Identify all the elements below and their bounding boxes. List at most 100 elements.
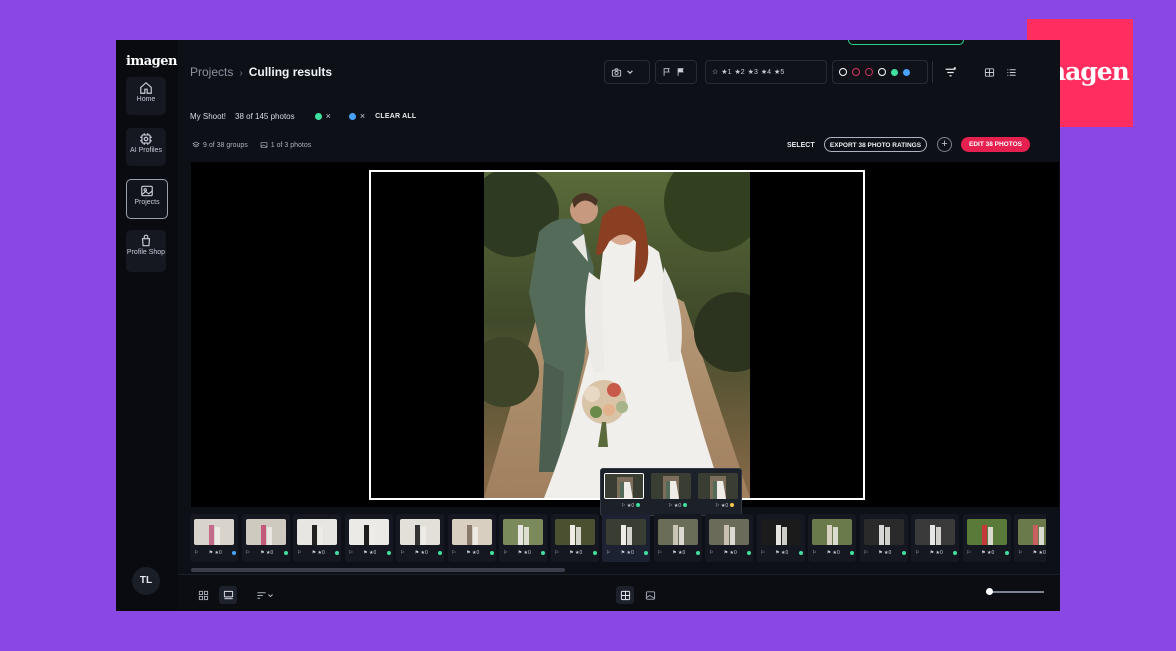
flag-icon[interactable]: ⚐ xyxy=(452,550,456,556)
color-label-red[interactable] xyxy=(852,68,860,76)
thumb-meta: ⚐ ⚑ ★0 xyxy=(246,550,288,556)
compare-view-button[interactable] xyxy=(616,586,634,604)
clear-all-button[interactable]: CLEAR ALL xyxy=(375,113,416,120)
thumb-image xyxy=(348,519,389,545)
filmstrip-thumb[interactable]: ⚐ ⚑ ★0 xyxy=(293,514,341,562)
flag-icon[interactable]: ⚐ xyxy=(297,550,301,556)
color-chip-blue[interactable]: × xyxy=(348,111,365,121)
filmstrip-thumb[interactable]: ⚐ ⚑ ★0 xyxy=(602,514,650,562)
grid-layout-button[interactable] xyxy=(194,586,212,604)
sort-dropdown[interactable] xyxy=(252,586,278,604)
list-view-button[interactable] xyxy=(1003,64,1019,80)
toolbar-divider xyxy=(932,61,933,83)
rating-3[interactable]: ★3 xyxy=(748,68,758,76)
flag-icon[interactable]: ⚐ xyxy=(967,550,971,556)
add-button[interactable]: + xyxy=(937,137,952,152)
flag-icon[interactable]: ⚐ xyxy=(915,550,919,556)
filmstrip-thumb[interactable]: ⚐ ⚑ ★0 xyxy=(962,514,1011,562)
zoom-slider-track[interactable] xyxy=(986,591,1044,593)
flag-icon[interactable]: ⚐ xyxy=(709,550,713,556)
flag-icon[interactable]: ⚐ xyxy=(555,550,559,556)
thumb-image xyxy=(503,519,543,545)
sidebar-item-profile-shop[interactable]: Profile Shop xyxy=(126,230,166,272)
color-label-blue[interactable] xyxy=(903,68,910,76)
close-icon[interactable]: × xyxy=(360,111,365,121)
flag-icon[interactable]: ⚐ xyxy=(400,550,404,556)
grid-view-button[interactable] xyxy=(981,64,997,80)
flag-icon[interactable]: ⚐ xyxy=(1018,550,1022,556)
export-ratings-button[interactable]: EXPORT 38 PHOTO RATINGS xyxy=(824,137,927,152)
color-label-dot xyxy=(747,551,751,555)
thumb-image xyxy=(194,519,234,545)
single-view-button[interactable] xyxy=(641,586,659,604)
sidebar: imagen Home AI Profiles Projects Profile… xyxy=(116,40,178,611)
filmstrip-thumb[interactable]: ⚐ ⚑ ★0 xyxy=(705,514,753,562)
filmstrip-thumb[interactable]: ⚐ ⚑ ★0 xyxy=(241,514,290,562)
rating-4[interactable]: ★4 xyxy=(761,68,771,76)
color-label-filter-group xyxy=(832,60,928,84)
green-tab[interactable] xyxy=(848,40,964,45)
popover-thumb-3[interactable] xyxy=(698,473,738,499)
close-icon[interactable]: × xyxy=(326,111,331,121)
zoom-slider-handle[interactable] xyxy=(986,588,993,595)
color-label-white[interactable] xyxy=(878,68,886,76)
filmstrip-thumb[interactable]: ⚐ ⚑ ★0 xyxy=(344,514,393,562)
filmstrip-thumb[interactable]: ⚐ ⚑ ★0 xyxy=(653,514,702,562)
rating-5[interactable]: ★5 xyxy=(774,68,784,76)
rating-value: ⚑ ★0 xyxy=(620,550,634,556)
thumb-image xyxy=(400,519,440,545)
filmstrip-thumb[interactable]: ⚐ ⚑ ★0 xyxy=(447,514,496,562)
rating-2[interactable]: ★2 xyxy=(734,68,744,76)
edit-photos-button[interactable]: EDIT 38 PHOTOS xyxy=(961,137,1030,152)
rating-1[interactable]: ★1 xyxy=(721,68,731,76)
flag-icon[interactable]: ⚐ xyxy=(606,550,610,556)
page-title: Culling results xyxy=(248,65,333,79)
flag-icon[interactable]: ⚐ xyxy=(812,550,816,556)
star-outline-icon[interactable]: ☆ xyxy=(712,68,718,76)
avatar[interactable]: TL xyxy=(132,567,160,595)
flag-icon[interactable]: ⚐ xyxy=(658,550,662,556)
breadcrumb-projects[interactable]: Projects xyxy=(190,65,233,79)
stats-bar: 9 of 38 groups 1 of 3 photos xyxy=(192,141,311,149)
filmstrip-layout-button[interactable] xyxy=(219,586,237,604)
breadcrumb: Projects › Culling results xyxy=(190,65,332,79)
filmstrip-thumb[interactable]: ⚐ ⚑ ★0 xyxy=(190,514,238,562)
flag-icon[interactable]: ⚐ xyxy=(503,550,507,556)
main-photo-frame[interactable] xyxy=(369,170,865,500)
flag-filled-icon[interactable] xyxy=(676,67,686,77)
home-icon xyxy=(140,81,152,94)
color-label-dot xyxy=(232,551,236,555)
flag-icon[interactable]: ⚐ xyxy=(761,550,765,556)
filmstrip-thumb[interactable]: ⚐ ⚑ ★0 xyxy=(756,514,805,562)
filmstrip-thumb[interactable]: ⚐ ⚑ ★0 xyxy=(499,514,547,562)
sidebar-item-ai-profiles[interactable]: AI Profiles xyxy=(126,128,166,166)
flag-icon[interactable]: ⚐ xyxy=(864,550,868,556)
select-button[interactable]: SELECT xyxy=(787,142,815,149)
layers-icon xyxy=(192,141,200,148)
filmstrip-thumb[interactable]: ⚐ ⚑ ★0 xyxy=(808,514,856,562)
filmstrip-thumb[interactable]: ⚐ ⚑ ★0 xyxy=(396,514,444,562)
filmstrip-thumb[interactable]: ⚐ ⚑ ★0 xyxy=(859,514,908,562)
popover-thumb-1[interactable] xyxy=(604,473,644,499)
filter-button[interactable] xyxy=(942,64,958,80)
thumb-image xyxy=(657,519,698,545)
color-label-pink[interactable] xyxy=(865,68,873,76)
flag-icon[interactable]: ⚐ xyxy=(349,550,353,556)
filmstrip-scrollbar[interactable] xyxy=(191,568,565,572)
filmstrip-thumb[interactable]: ⚐ ⚑ ★0 xyxy=(1014,514,1046,562)
popover-thumb-2[interactable] xyxy=(651,473,691,499)
filmstrip-thumb[interactable]: ⚐ ⚑ ★0 xyxy=(911,514,959,562)
color-label-none[interactable] xyxy=(839,68,847,76)
thumb-image xyxy=(554,519,595,545)
flag-icon[interactable]: ⚐ xyxy=(194,550,198,556)
filmstrip-thumb[interactable]: ⚐ ⚑ ★0 xyxy=(550,514,599,562)
color-chip-green[interactable]: × xyxy=(314,111,331,121)
color-label-green[interactable] xyxy=(891,68,898,76)
sidebar-item-projects[interactable]: Projects xyxy=(126,179,168,219)
thumb-meta: ⚐ ⚑ ★0 xyxy=(452,550,494,556)
rating-value: ⚑ ★0 xyxy=(826,550,840,556)
sidebar-item-home[interactable]: Home xyxy=(126,77,166,115)
camera-filter-dropdown[interactable] xyxy=(604,60,650,84)
flag-outline-icon[interactable] xyxy=(662,67,672,77)
flag-icon[interactable]: ⚐ xyxy=(246,550,250,556)
